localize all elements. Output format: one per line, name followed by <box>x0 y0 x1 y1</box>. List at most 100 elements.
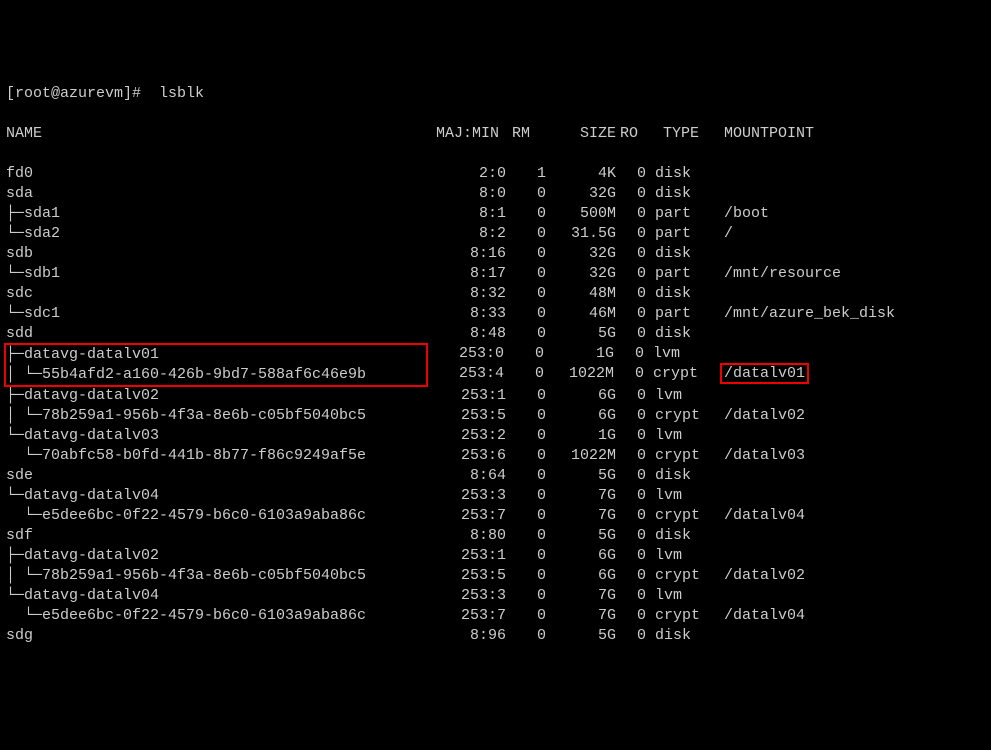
type: crypt <box>655 506 715 526</box>
majmin: 253:3 <box>426 586 506 606</box>
type: lvm <box>655 586 715 606</box>
device-name: └─datavg-datalv04 <box>6 486 426 506</box>
table-row: sdc8:32048M0 disk <box>6 284 985 304</box>
device-name: └─datavg-datalv03 <box>6 426 426 446</box>
rm: 0 <box>506 546 546 566</box>
header-type: TYPE <box>655 124 715 144</box>
header-ro: RO <box>616 124 646 144</box>
majmin: 8:80 <box>426 526 506 546</box>
table-row: sda8:0032G0 disk <box>6 184 985 204</box>
majmin: 253:7 <box>426 506 506 526</box>
size: 4K <box>546 164 616 184</box>
ro: 0 <box>616 486 646 506</box>
size: 500M <box>546 204 616 224</box>
rm: 0 <box>506 466 546 486</box>
device-name: sda <box>6 184 426 204</box>
type: disk <box>655 526 715 546</box>
ro: 0 <box>614 364 644 384</box>
table-row: └─sdc18:33046M0 part /mnt/azure_bek_disk <box>6 304 985 324</box>
device-name: └─sdc1 <box>6 304 426 324</box>
ro: 0 <box>616 506 646 526</box>
table-row: sde8:6405G0 disk <box>6 466 985 486</box>
table-row: └─70abfc58-b0fd-441b-8b77-f86c9249af5e25… <box>6 446 985 466</box>
device-name: sde <box>6 466 426 486</box>
table-row: sdf8:8005G0 disk <box>6 526 985 546</box>
header-majmin: MAJ:MIN <box>426 124 506 144</box>
ro: 0 <box>616 426 646 446</box>
size: 1G <box>546 426 616 446</box>
table-row: │ └─78b259a1-956b-4f3a-8e6b-c05bf5040bc5… <box>6 566 985 586</box>
device-name: └─70abfc58-b0fd-441b-8b77-f86c9249af5e <box>6 446 426 466</box>
type: disk <box>655 466 715 486</box>
type: crypt <box>655 606 715 626</box>
majmin: 8:48 <box>426 324 506 344</box>
rm: 0 <box>504 364 544 384</box>
size: 6G <box>546 546 616 566</box>
device-name: └─e5dee6bc-0f22-4579-b6c0-6103a9aba86c <box>6 506 426 526</box>
rm: 0 <box>506 184 546 204</box>
rm: 0 <box>506 204 546 224</box>
majmin: 253:1 <box>426 386 506 406</box>
table-row: └─e5dee6bc-0f22-4579-b6c0-6103a9aba86c25… <box>6 606 985 626</box>
size: 32G <box>546 184 616 204</box>
lsblk-output: fd02:014K0 disk sda8:0032G0 disk ├─sda18… <box>6 164 985 646</box>
size: 7G <box>546 486 616 506</box>
ro: 0 <box>616 566 646 586</box>
table-row: └─sda28:2031.5G0 part / <box>6 224 985 244</box>
mountpoint: /boot <box>724 204 769 224</box>
majmin: 8:17 <box>426 264 506 284</box>
device-name: │ └─78b259a1-956b-4f3a-8e6b-c05bf5040bc5 <box>6 566 426 586</box>
majmin: 2:0 <box>426 164 506 184</box>
majmin: 253:1 <box>426 546 506 566</box>
device-name: ├─datavg-datalv02 <box>6 386 426 406</box>
ro: 0 <box>616 204 646 224</box>
mountpoint: /datalv03 <box>724 446 805 466</box>
majmin: 253:0 <box>428 344 504 364</box>
table-row: ├─datavg-datalv02253:106G0 lvm <box>6 386 985 406</box>
header-size: SIZE <box>546 124 616 144</box>
ro: 0 <box>616 526 646 546</box>
type: lvm <box>655 386 715 406</box>
ro: 0 <box>616 224 646 244</box>
type: crypt <box>655 446 715 466</box>
type: lvm <box>653 344 713 364</box>
size: 7G <box>546 586 616 606</box>
mountpoint: /datalv02 <box>724 406 805 426</box>
ro: 0 <box>616 626 646 646</box>
device-name: sdc <box>6 284 426 304</box>
rm: 0 <box>506 386 546 406</box>
size: 7G <box>546 606 616 626</box>
majmin: 8:16 <box>426 244 506 264</box>
device-name: └─sda2 <box>6 224 426 244</box>
majmin: 8:32 <box>426 284 506 304</box>
table-row: └─e5dee6bc-0f22-4579-b6c0-6103a9aba86c25… <box>6 506 985 526</box>
device-name: └─datavg-datalv04 <box>6 586 426 606</box>
ro: 0 <box>616 164 646 184</box>
ro: 0 <box>616 264 646 284</box>
ro: 0 <box>616 606 646 626</box>
table-row: └─datavg-datalv04253:307G0 lvm <box>6 586 985 606</box>
type: disk <box>655 626 715 646</box>
ro: 0 <box>616 406 646 426</box>
type: crypt <box>655 406 715 426</box>
size: 5G <box>546 526 616 546</box>
ro: 0 <box>616 386 646 406</box>
table-row: ├─sda18:10500M0 part /boot <box>6 204 985 224</box>
type: disk <box>655 324 715 344</box>
device-name: sdd <box>6 324 426 344</box>
rm: 0 <box>506 406 546 426</box>
size: 6G <box>546 566 616 586</box>
majmin: 8:2 <box>426 224 506 244</box>
ro: 0 <box>616 304 646 324</box>
ro: 0 <box>616 586 646 606</box>
device-name: │ └─55b4afd2-a160-426b-9bd7-588af6c46e9b <box>6 365 426 385</box>
rm: 0 <box>506 324 546 344</box>
majmin: 253:6 <box>426 446 506 466</box>
mountpoint: / <box>724 224 733 244</box>
type: lvm <box>655 546 715 566</box>
type: part <box>655 264 715 284</box>
type: disk <box>655 164 715 184</box>
ro: 0 <box>614 344 644 364</box>
size: 5G <box>546 466 616 486</box>
rm: 0 <box>506 264 546 284</box>
